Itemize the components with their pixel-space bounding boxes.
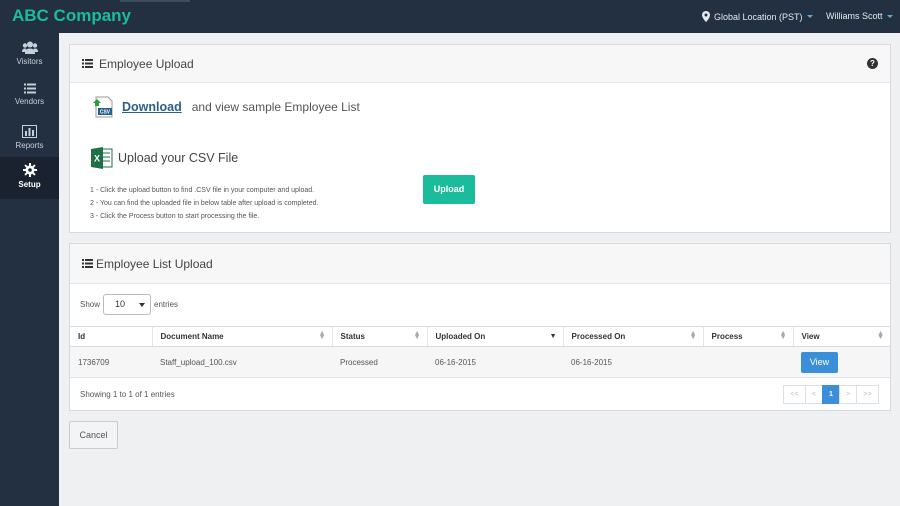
- list-icon: [82, 59, 93, 68]
- divider: [120, 0, 190, 2]
- panel-header: Employee List Upload: [70, 244, 890, 284]
- cell-uploaded-on: 06-16-2015: [427, 346, 563, 378]
- user-name: Williams Scott: [826, 11, 883, 21]
- column-header-status[interactable]: Status ▲ ▼: [332, 326, 428, 347]
- prev-page-button[interactable]: <: [805, 385, 823, 404]
- gear-icon: [22, 163, 37, 177]
- page-1-button[interactable]: 1: [822, 385, 840, 404]
- cell-view: View: [793, 346, 890, 378]
- sort-icon: ▲ ▼: [318, 330, 326, 341]
- cell-processed-on: 06-16-2015: [563, 346, 703, 378]
- sort-icon: ▲ ▼: [689, 330, 697, 341]
- sidebar-item-label: Setup: [18, 180, 41, 189]
- column-header-view[interactable]: View ▲ ▼: [793, 326, 890, 347]
- column-header-process[interactable]: Process ▲ ▼: [703, 326, 794, 347]
- list-icon: [82, 259, 93, 268]
- sidebar-item-reports[interactable]: Reports: [0, 119, 59, 161]
- sidebar: Visitors Vendors Reports Setup: [0, 33, 59, 506]
- chevron-down-icon: [886, 14, 893, 18]
- upload-row: X Upload your CSV File: [90, 146, 238, 170]
- panel-header: Employee Upload: [70, 45, 890, 83]
- entries-value: 10: [115, 299, 126, 309]
- upload-button[interactable]: Upload: [423, 175, 475, 204]
- next-page-button[interactable]: >: [839, 385, 857, 404]
- users-icon: [21, 41, 38, 54]
- excel-icon: X: [91, 147, 113, 169]
- employee-list-panel: Employee List Upload Show 10 entries Id …: [69, 243, 891, 411]
- download-link[interactable]: Download: [122, 100, 182, 114]
- sidebar-item-setup[interactable]: Setup: [0, 157, 59, 199]
- employee-upload-table: Id Document Name ▲ ▼ Status ▲ ▼ Uploaded On ▼…: [70, 326, 890, 378]
- entries-length-control: Show 10 entries: [80, 294, 178, 315]
- sidebar-item-label: Reports: [15, 141, 44, 150]
- instruction-3: 3 - Click the Process button to start pr…: [90, 213, 260, 220]
- first-page-button[interactable]: <<: [783, 385, 806, 404]
- last-page-button[interactable]: >>: [856, 385, 879, 404]
- pagination: << < 1 > >>: [783, 385, 879, 404]
- sort-desc-icon: ▼: [549, 333, 557, 340]
- column-header-processed-on[interactable]: Processed On ▲ ▼: [563, 326, 704, 347]
- cell-process: [703, 346, 793, 378]
- panel-title: Employee List Upload: [96, 256, 213, 271]
- sort-icon: ▲ ▼: [779, 330, 787, 341]
- chevron-down-icon: [139, 303, 146, 307]
- column-header-uploaded-on[interactable]: Uploaded On ▼: [427, 326, 564, 347]
- cancel-button[interactable]: Cancel: [69, 421, 118, 449]
- cell-document-name: Staff_upload_100.csv: [152, 346, 332, 378]
- top-bar: ABC Company Global Location (PST) Willia…: [0, 0, 900, 33]
- sort-icon: ▲ ▼: [877, 330, 884, 341]
- employee-upload-panel: Employee Upload ? CSV Download and view …: [69, 44, 891, 233]
- map-pin-icon: [702, 11, 710, 22]
- entries-select[interactable]: 10: [103, 294, 152, 315]
- view-button[interactable]: View: [801, 351, 838, 373]
- entries-label: entries: [154, 300, 179, 309]
- cell-status: Processed: [332, 346, 427, 378]
- sidebar-item-vendors[interactable]: Vendors: [0, 77, 59, 119]
- show-label: Show: [80, 300, 101, 309]
- instruction-2: 2 - You can find the uploaded file in be…: [90, 200, 319, 207]
- instruction-1: 1 - Click the upload button to find .CSV…: [90, 187, 315, 194]
- svg-text:CSV: CSV: [100, 110, 111, 116]
- table-header-row: Id Document Name ▲ ▼ Status ▲ ▼ Uploaded On ▼…: [70, 326, 890, 347]
- chevron-down-icon: [806, 15, 813, 18]
- app-title[interactable]: ABC Company: [12, 6, 131, 26]
- location-dropdown[interactable]: Global Location (PST): [702, 11, 813, 22]
- table-row: 1736709 Staff_upload_100.csv Processed 0…: [70, 346, 890, 378]
- panel-title: Employee Upload: [99, 56, 194, 71]
- sidebar-item-visitors[interactable]: Visitors: [0, 35, 59, 77]
- sort-icon: ▲ ▼: [413, 330, 421, 341]
- table-info: Showing 1 to 1 of 1 entries: [80, 390, 175, 399]
- bar-chart-icon: [22, 125, 37, 138]
- column-header-document-name[interactable]: Document Name ▲ ▼: [152, 326, 333, 347]
- list-icon: [23, 83, 36, 94]
- sidebar-item-label: Vendors: [14, 97, 45, 106]
- cell-id: 1736709: [70, 346, 152, 378]
- sidebar-item-label: Visitors: [16, 57, 43, 66]
- help-icon[interactable]: ?: [867, 58, 878, 69]
- download-description: and view sample Employee List: [191, 100, 360, 114]
- csv-file-icon: CSV: [93, 96, 113, 118]
- svg-text:X: X: [94, 154, 100, 164]
- column-header-id[interactable]: Id: [70, 326, 153, 347]
- location-label: Global Location (PST): [714, 11, 803, 22]
- download-row: CSV Download and view sample Employee Li…: [90, 95, 360, 119]
- user-menu[interactable]: Williams Scott: [826, 11, 893, 21]
- upload-title: Upload your CSV File: [118, 151, 239, 165]
